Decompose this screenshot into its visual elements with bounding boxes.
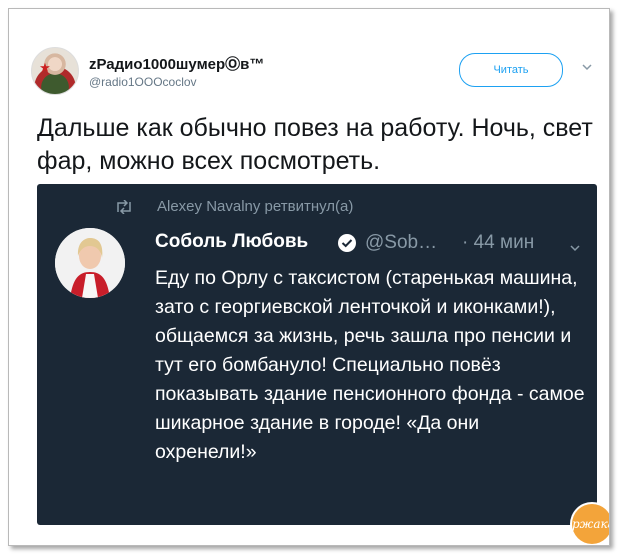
tweet-text: Дальше как обычно повез на работу. Ночь,…: [37, 114, 593, 175]
watermark-logo: ржака: [572, 504, 609, 544]
tweet-screenshot: ★ zРадио1000шумерⓄв™ @radio1OOOcoclov Чи…: [8, 8, 610, 546]
author-name[interactable]: zРадио1000шумерⓄв™: [89, 53, 264, 74]
retweet-line: Alexey Navalny ретвитнул(а): [157, 198, 354, 215]
chevron-down-icon[interactable]: [569, 242, 581, 254]
author-handle[interactable]: @radio1OOOcoclov: [89, 75, 197, 89]
follow-button[interactable]: Читать: [459, 53, 563, 87]
retweet-author-avatar[interactable]: [55, 228, 125, 298]
retweet-timestamp[interactable]: · 44 мин: [462, 232, 534, 254]
portrait-image: [55, 228, 125, 298]
verified-badge-icon: [338, 234, 356, 252]
retweet-icon: [117, 200, 131, 214]
chevron-down-icon[interactable]: [581, 61, 593, 73]
retweet-card: Alexey Navalny ретвитнул(а) Соболь Любов…: [37, 184, 597, 525]
retweet-text: Еду по Орлу с таксистом (старенькая маши…: [155, 267, 585, 463]
star-icon: ★: [39, 60, 51, 75]
retweet-author-name[interactable]: Соболь Любовь: [155, 231, 308, 253]
retweet-author-handle[interactable]: @Sob…: [365, 232, 437, 254]
